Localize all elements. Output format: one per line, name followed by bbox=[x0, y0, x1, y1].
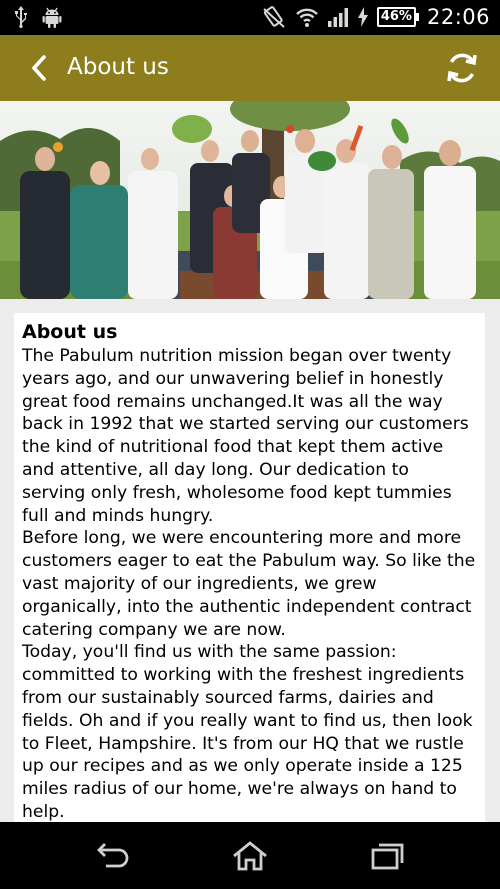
app-bar: About us bbox=[0, 35, 500, 101]
refresh-icon[interactable] bbox=[444, 50, 480, 86]
status-clock: 22:06 bbox=[426, 5, 490, 29]
about-card: About us The Pabulum nutrition mission b… bbox=[14, 313, 485, 822]
back-icon[interactable] bbox=[94, 841, 130, 871]
recent-apps-icon[interactable] bbox=[370, 841, 406, 871]
wifi-icon bbox=[295, 8, 318, 27]
hero-photo bbox=[0, 101, 500, 299]
battery-level: 46% bbox=[376, 7, 416, 27]
charging-icon bbox=[357, 7, 368, 27]
section-heading: About us bbox=[22, 321, 118, 343]
home-icon[interactable] bbox=[232, 841, 268, 871]
paragraph-1: The Pabulum nutrition mission began over… bbox=[22, 346, 469, 526]
android-icon bbox=[42, 7, 62, 28]
paragraph-2: Before long, we were encountering more a… bbox=[22, 528, 476, 640]
chevron-left-icon[interactable] bbox=[26, 53, 56, 83]
paragraph-3: Today, you'll find us with the same pass… bbox=[22, 642, 473, 822]
system-nav-bar bbox=[0, 822, 500, 889]
usb-icon bbox=[15, 6, 27, 28]
battery-indicator: 46% bbox=[376, 7, 419, 27]
page-title: About us bbox=[67, 54, 169, 80]
silent-mode-icon bbox=[263, 6, 285, 28]
signal-icon bbox=[327, 8, 348, 27]
status-bar: 46% 22:06 bbox=[0, 0, 500, 35]
